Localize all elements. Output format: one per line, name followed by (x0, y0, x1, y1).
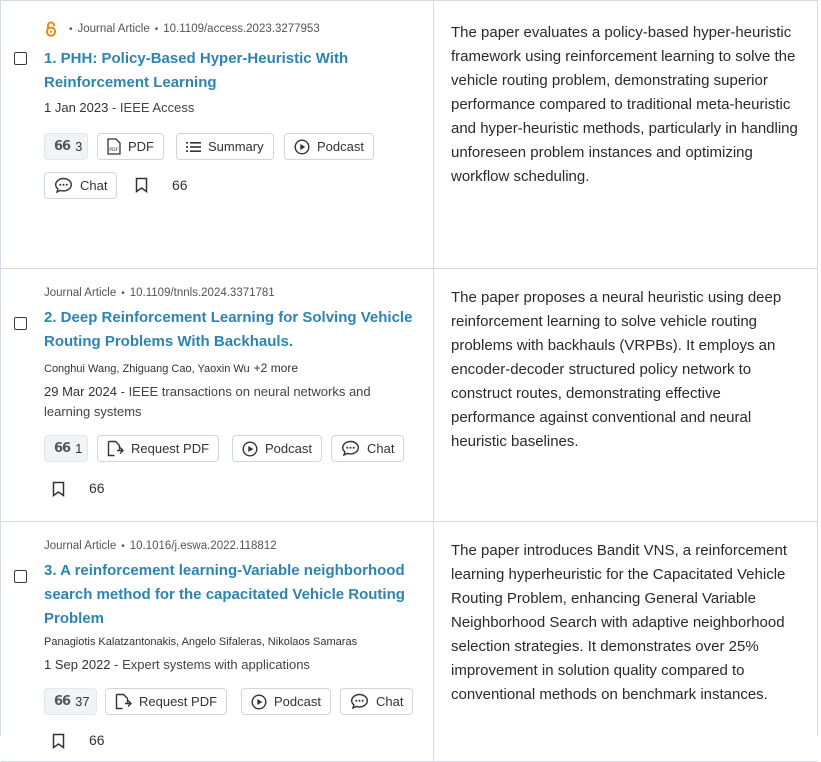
result-type: Journal Article (77, 23, 150, 35)
result-publication: 1 Sep 2022 - Expert systems with applica… (44, 657, 310, 672)
separator-dot: • (154, 23, 159, 35)
result-title[interactable]: 1. PHH: Policy-Based Hyper-Heuristic Wit… (44, 47, 424, 95)
result-authors: Panagiotis Kalatzantonakis, Angelo Sifal… (44, 636, 358, 648)
bookmark-button[interactable] (52, 481, 65, 497)
bookmark-button[interactable] (52, 733, 65, 749)
result-summary: The paper proposes a neural heuristic us… (451, 289, 782, 450)
chat-button[interactable]: Chat (340, 688, 414, 715)
play-circle-icon (294, 138, 310, 155)
result-type: Journal Article (44, 287, 117, 299)
citation-count-button[interactable]: 66 3 (44, 133, 88, 160)
more-authors-link[interactable]: +2 more (254, 361, 298, 375)
separator-dot: • (121, 287, 125, 299)
result-left-cell: Journal Article • 10.1109/tnnls.2024.337… (1, 269, 434, 521)
play-circle-icon (251, 693, 267, 710)
pdf-button[interactable]: PDF PDF (97, 133, 164, 160)
svg-text:PDF: PDF (109, 147, 118, 153)
podcast-button[interactable]: Podcast (284, 133, 374, 160)
result-publication: 29 Mar 2024 - IEEE transactions on neura… (44, 384, 371, 419)
result-summary-cell: The paper evaluates a policy-based hyper… (435, 1, 818, 268)
result-summary-cell: The paper proposes a neural heuristic us… (435, 269, 818, 521)
result-type: Journal Article (44, 540, 117, 552)
pdf-file-icon: PDF (107, 138, 121, 155)
result-title[interactable]: 2. Deep Reinforcement Learning for Solvi… (44, 306, 424, 354)
citation-count-button[interactable]: 66 1 (44, 435, 88, 462)
result-summary-cell: The paper introduces Bandit VNS, a reinf… (435, 522, 818, 761)
separator-dot: • (69, 23, 73, 35)
result-left-cell: Journal Article • 10.1016/j.eswa.2022.11… (1, 522, 434, 761)
request-pdf-button[interactable]: Request PDF (105, 688, 228, 715)
chat-bubble-icon (54, 177, 73, 194)
select-checkbox[interactable] (14, 570, 27, 583)
separator-dot: • (121, 540, 125, 552)
result-meta: Journal Article • 10.1016/j.eswa.2022.11… (44, 540, 277, 552)
chat-button[interactable]: Chat (331, 435, 405, 462)
request-pdf-button[interactable]: Request PDF (97, 435, 220, 462)
result-doi[interactable]: 10.1109/tnnls.2024.3371781 (130, 287, 275, 299)
result-meta: Journal Article • 10.1109/tnnls.2024.337… (44, 287, 275, 299)
result-summary: The paper evaluates a policy-based hyper… (451, 24, 798, 185)
result-authors: Conghui Wang, Zhiguang Cao, Yaoxin Wu +2 … (44, 361, 299, 375)
quote-icon: 66 (54, 139, 71, 154)
chat-bubble-icon (341, 440, 360, 457)
bookmark-count: 66 (89, 480, 105, 496)
bookmark-icon (52, 733, 65, 749)
result-title[interactable]: 3. A reinforcement learning-Variable nei… (44, 559, 424, 631)
chat-bubble-icon (350, 693, 369, 710)
quote-icon: 66 (54, 441, 71, 456)
select-checkbox[interactable] (14, 52, 27, 65)
summary-button[interactable]: Summary (176, 133, 274, 160)
quote-icon: 66 (54, 694, 71, 709)
citation-count-button[interactable]: 66 37 (44, 688, 97, 715)
results-table: • Journal Article • 10.1109/access.2023.… (0, 0, 818, 762)
bookmark-button[interactable] (135, 177, 148, 193)
result-doi[interactable]: 10.1016/j.eswa.2022.118812 (130, 540, 277, 552)
bookmark-icon (135, 177, 148, 193)
result-row: • Journal Article • 10.1109/access.2023.… (1, 1, 818, 269)
result-left-cell: • Journal Article • 10.1109/access.2023.… (1, 1, 434, 268)
result-doi[interactable]: 10.1109/access.2023.3277953 (163, 23, 319, 35)
podcast-button[interactable]: Podcast (232, 435, 322, 462)
result-row: Journal Article • 10.1109/tnnls.2024.337… (1, 269, 818, 522)
result-row: Journal Article • 10.1016/j.eswa.2022.11… (1, 522, 818, 762)
file-request-icon (115, 693, 132, 710)
list-icon (186, 141, 201, 152)
select-checkbox[interactable] (14, 317, 27, 330)
bookmark-count: 66 (89, 732, 105, 748)
podcast-button[interactable]: Podcast (241, 688, 331, 715)
result-meta: • Journal Article • 10.1109/access.2023.… (44, 21, 320, 37)
file-request-icon (107, 440, 124, 457)
open-access-icon (45, 21, 57, 37)
play-circle-icon (242, 440, 258, 457)
bookmark-icon (52, 481, 65, 497)
result-summary: The paper introduces Bandit VNS, a reinf… (451, 542, 788, 703)
bookmark-count: 66 (172, 177, 188, 193)
result-publication: 1 Jan 2023 - IEEE Access (44, 100, 195, 115)
chat-button[interactable]: Chat (44, 172, 118, 199)
